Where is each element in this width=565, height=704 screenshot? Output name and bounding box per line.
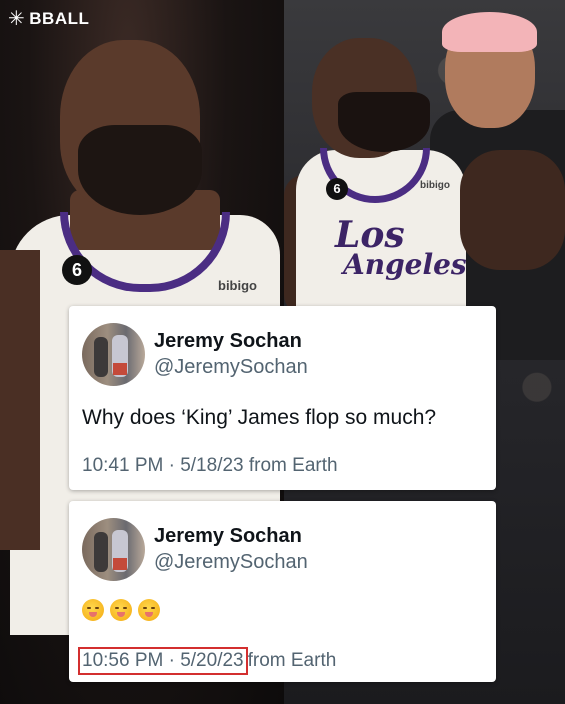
tweet-author-name: Jeremy Sochan [154, 330, 302, 352]
brand-asterisk-icon: ✳ [8, 8, 26, 30]
tweet-author-handle: @JeremySochan [154, 551, 308, 573]
tweet-author-handle: @JeremySochan [154, 356, 308, 378]
tweet-emojis [82, 599, 160, 621]
avatar [82, 323, 145, 386]
left-sponsor-patch: bibigo [218, 278, 257, 293]
jersey-lettering: Los Angeles [335, 214, 467, 282]
left-player-arm [0, 250, 40, 550]
jersey-lettering-line1: Los [335, 214, 405, 256]
right-sponsor-patch: bibigo [420, 180, 450, 191]
avatar [82, 518, 145, 581]
canvas: 6 bibigo 6 bibigo Los Angeles ✳ BBALL Je… [0, 0, 565, 704]
left-jersey-number-badge: 6 [62, 255, 92, 285]
opponent-player-hair [442, 12, 537, 52]
tweet-card-1: Jeremy Sochan @JeremySochan Why does ‘Ki… [69, 306, 496, 490]
right-player-arm-raised [460, 150, 565, 270]
face-with-open-eyes-and-hand-over-mouth-icon [110, 599, 132, 621]
highlighted-timestamp: 10:56 PM · 5/20/23 [78, 647, 248, 675]
timestamp-suffix: from Earth [247, 650, 337, 671]
right-jersey-number-badge: 6 [326, 178, 348, 200]
tweet-card-2: Jeremy Sochan @JeremySochan 10:56 PM · 5… [69, 501, 496, 682]
face-with-open-eyes-and-hand-over-mouth-icon [138, 599, 160, 621]
jersey-lettering-line2: Angeles [343, 248, 467, 282]
tweet-timestamp: 10:56 PM · 5/20/23 from Earth [78, 647, 337, 675]
tweet-author-name: Jeremy Sochan [154, 525, 302, 547]
tweet-text: Why does ‘King’ James flop so much? [82, 406, 437, 429]
brand-name: BBALL [29, 9, 90, 28]
left-player-beard [78, 125, 202, 215]
face-with-open-eyes-and-hand-over-mouth-icon [82, 599, 104, 621]
tweet-timestamp: 10:41 PM · 5/18/23 from Earth [82, 455, 338, 476]
right-player-beard [338, 92, 430, 152]
brand-logo: ✳ BBALL [8, 9, 89, 29]
